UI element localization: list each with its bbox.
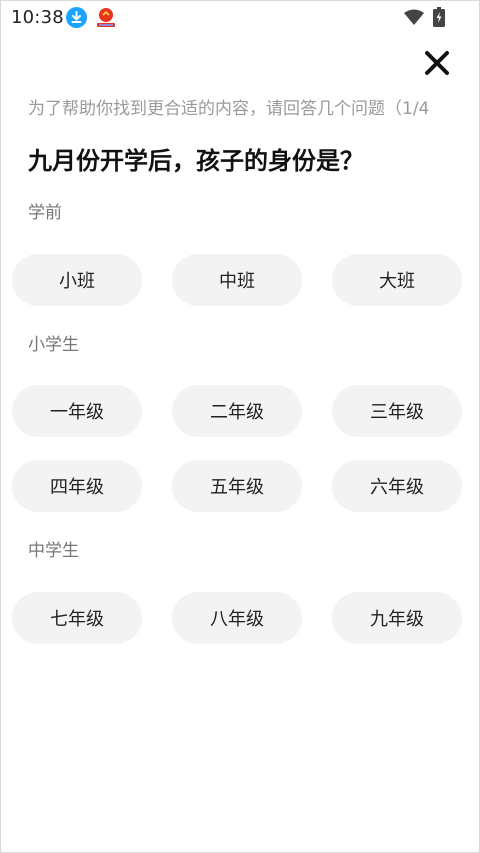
- progress-subtitle: 为了帮助你找到更合适的内容，请回答几个问题（1/4: [28, 99, 430, 119]
- option-button[interactable]: 一年级: [12, 385, 142, 437]
- status-bar: 10:38: [1, 1, 479, 35]
- option-button[interactable]: 四年级: [12, 460, 142, 512]
- download-icon: [66, 7, 87, 28]
- option-button[interactable]: 中班: [172, 254, 302, 306]
- option-button[interactable]: 九年级: [332, 592, 462, 644]
- section-label-preschool: 学前: [28, 203, 62, 223]
- section-label-middle-school: 中学生: [28, 541, 79, 561]
- option-button[interactable]: 大班: [332, 254, 462, 306]
- section-label-primary: 小学生: [28, 335, 79, 355]
- close-icon: [421, 51, 453, 83]
- option-button[interactable]: 八年级: [172, 592, 302, 644]
- battery-charging-icon: [433, 7, 445, 27]
- screen: 10:38 为了帮助你找到更合适的内容，请回答几个问题（1/4 九月份开学后，孩…: [0, 0, 480, 853]
- wifi-icon: [404, 9, 424, 25]
- option-button[interactable]: 三年级: [332, 385, 462, 437]
- status-time: 10:38: [11, 7, 64, 28]
- option-button[interactable]: 六年级: [332, 460, 462, 512]
- app-notification-icon: [94, 6, 118, 30]
- option-button[interactable]: 小班: [12, 254, 142, 306]
- option-button[interactable]: 七年级: [12, 592, 142, 644]
- close-button[interactable]: [421, 47, 453, 79]
- option-button[interactable]: 五年级: [172, 460, 302, 512]
- option-button[interactable]: 二年级: [172, 385, 302, 437]
- question-title: 九月份开学后，孩子的身份是？: [28, 147, 364, 175]
